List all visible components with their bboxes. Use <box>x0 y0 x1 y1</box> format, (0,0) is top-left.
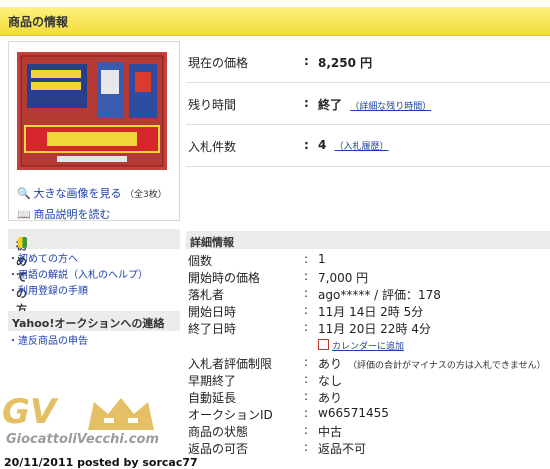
contact-title: Yahoo!オークションへの連絡 <box>12 317 165 330</box>
row-label: 現在の価格 <box>188 56 249 70</box>
price-summary: 現在の価格 : 8,250 円 残り時間 : 終了 （詳細な残り時間） 入札件数… <box>186 41 550 167</box>
add-to-calendar-link[interactable]: カレンダーに追加 <box>332 342 404 352</box>
calendar-row: カレンダーに追加 <box>186 337 550 355</box>
photo-links: 🔍 大きな画像を見る （全3枚） 📖 商品説明を読む <box>17 184 167 224</box>
contact-links: 違反商品の申告 <box>8 334 88 350</box>
image-count: （全3枚） <box>125 190 167 200</box>
book-icon: 📖 <box>17 208 31 221</box>
bid-count-row: 入札件数 : 4 （入札履歴） <box>186 125 550 167</box>
watermark-credit: 20/11/2011 posted by sorcac77 <box>4 456 198 469</box>
detail-row: 開始時の価格:7,000 円 <box>188 269 369 285</box>
details-header: 詳細情報 <box>186 231 550 249</box>
detail-row: 早期終了: なし <box>188 372 343 388</box>
detail-row: 落札者: ago***** / 評価：178 <box>188 286 441 302</box>
read-description-link[interactable]: 商品説明を読む <box>34 208 111 221</box>
crown-logo-icon <box>88 398 154 430</box>
beginner-links: 初めての方へ 用語の解説（入札のヘルプ） 利用登録の手順 <box>8 252 148 300</box>
detail-row: 個数:1 <box>188 252 326 268</box>
product-photo[interactable] <box>17 52 167 170</box>
beginner-link[interactable]: 用語の解説（入札のヘルプ） <box>8 268 148 284</box>
beginner-mark-icon <box>18 237 27 248</box>
bid-count: 4 <box>318 138 327 152</box>
report-violation-link[interactable]: 違反商品の申告 <box>8 334 88 350</box>
detail-row: オークションID: w66571455 <box>188 406 389 422</box>
beginner-link[interactable]: 利用登録の手順 <box>8 284 148 300</box>
detail-row: 開始日時:11月 14日 2時 5分 <box>188 303 424 319</box>
details-table: 個数:1 開始時の価格:7,000 円 落札者: ago***** / 評価：17… <box>186 252 550 457</box>
row-label: 入札件数 <box>188 140 237 154</box>
detail-row: 終了日時:11月 20日 22時 4分 <box>188 320 431 336</box>
section-title: 商品の情報 <box>8 15 69 29</box>
watermark-logo: GV <box>2 392 57 432</box>
section-header: 商品の情報 <box>0 7 550 36</box>
remaining-time-detail-link[interactable]: （詳細な残り時間） <box>350 102 431 112</box>
bid-history-link[interactable]: （入札履歴） <box>335 142 389 152</box>
magnifier-icon: 🔍 <box>17 187 31 200</box>
current-price: 8,250 円 <box>318 56 373 70</box>
calendar-icon <box>318 339 329 350</box>
enlarge-image-link[interactable]: 大きな画像を見る <box>34 187 122 200</box>
remaining-time-row: 残り時間 : 終了 （詳細な残り時間） <box>186 83 550 125</box>
detail-row: 返品の可否: 返品不可 <box>188 440 367 456</box>
current-price-row: 現在の価格 : 8,250 円 <box>186 41 550 83</box>
detail-row: 商品の状態: 中古 <box>188 423 343 439</box>
remaining-time: 終了 <box>318 98 343 112</box>
watermark-site: GiocattoliVecchi.com <box>6 432 159 447</box>
beginner-header: 初めての方 <box>8 229 180 316</box>
row-label: 残り時間 <box>188 98 237 112</box>
beginner-link[interactable]: 初めての方へ <box>8 252 148 268</box>
detail-row: 入札者評価制限: あり （評価の合計がマイナスの方は入札できません） <box>188 355 546 371</box>
product-photo-panel: 🔍 大きな画像を見る （全3枚） 📖 商品説明を読む <box>8 41 180 221</box>
details-title: 詳細情報 <box>190 236 234 249</box>
bidder-restriction-note: （評価の合計がマイナスの方は入札できません） <box>348 361 546 371</box>
contact-header: Yahoo!オークションへの連絡 <box>8 311 180 331</box>
detail-row: 自動延長: あり <box>188 389 343 405</box>
